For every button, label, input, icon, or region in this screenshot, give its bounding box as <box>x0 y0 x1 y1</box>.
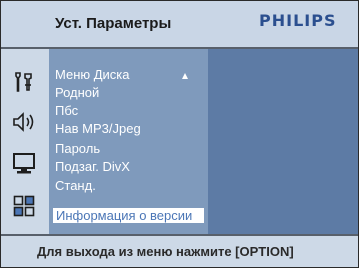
menu-item-version-info[interactable]: Информация о версии <box>52 207 205 224</box>
footer-bar: Для выхода из меню нажмите [OPTION] <box>1 234 358 267</box>
menu-item-divx-subtitle[interactable]: Подзаг. DivX <box>52 158 205 175</box>
brand-logo: PHILIPS <box>259 11 337 30</box>
monitor-icon[interactable] <box>11 151 37 177</box>
menu-item-native[interactable]: Родной <box>52 84 205 101</box>
scroll-up-arrow-icon[interactable] <box>182 73 188 79</box>
header-bar: Уст. Параметры PHILIPS <box>1 1 358 49</box>
menu-item-password[interactable]: Пароль <box>52 140 205 157</box>
grid-icon[interactable] <box>11 193 37 219</box>
dvd-setup-screen: Уст. Параметры PHILIPS Меню Диска Родной… <box>0 0 359 268</box>
menu-item-pbc[interactable]: Пбс <box>52 102 205 119</box>
menu-item-mp3-jpeg-nav[interactable]: Нав MP3/Jpeg <box>52 120 205 137</box>
exit-hint: Для выхода из меню нажмите [OPTION] <box>37 244 294 259</box>
category-icons <box>1 49 49 234</box>
submenu-panel <box>208 49 358 234</box>
page-title: Уст. Параметры <box>55 15 172 32</box>
tools-icon[interactable] <box>11 69 37 95</box>
settings-menu-panel: Меню Диска Родной Пбс Нав MP3/Jpeg Парол… <box>49 49 208 234</box>
speaker-icon[interactable] <box>11 109 37 135</box>
menu-item-default[interactable]: Станд. <box>52 177 205 194</box>
